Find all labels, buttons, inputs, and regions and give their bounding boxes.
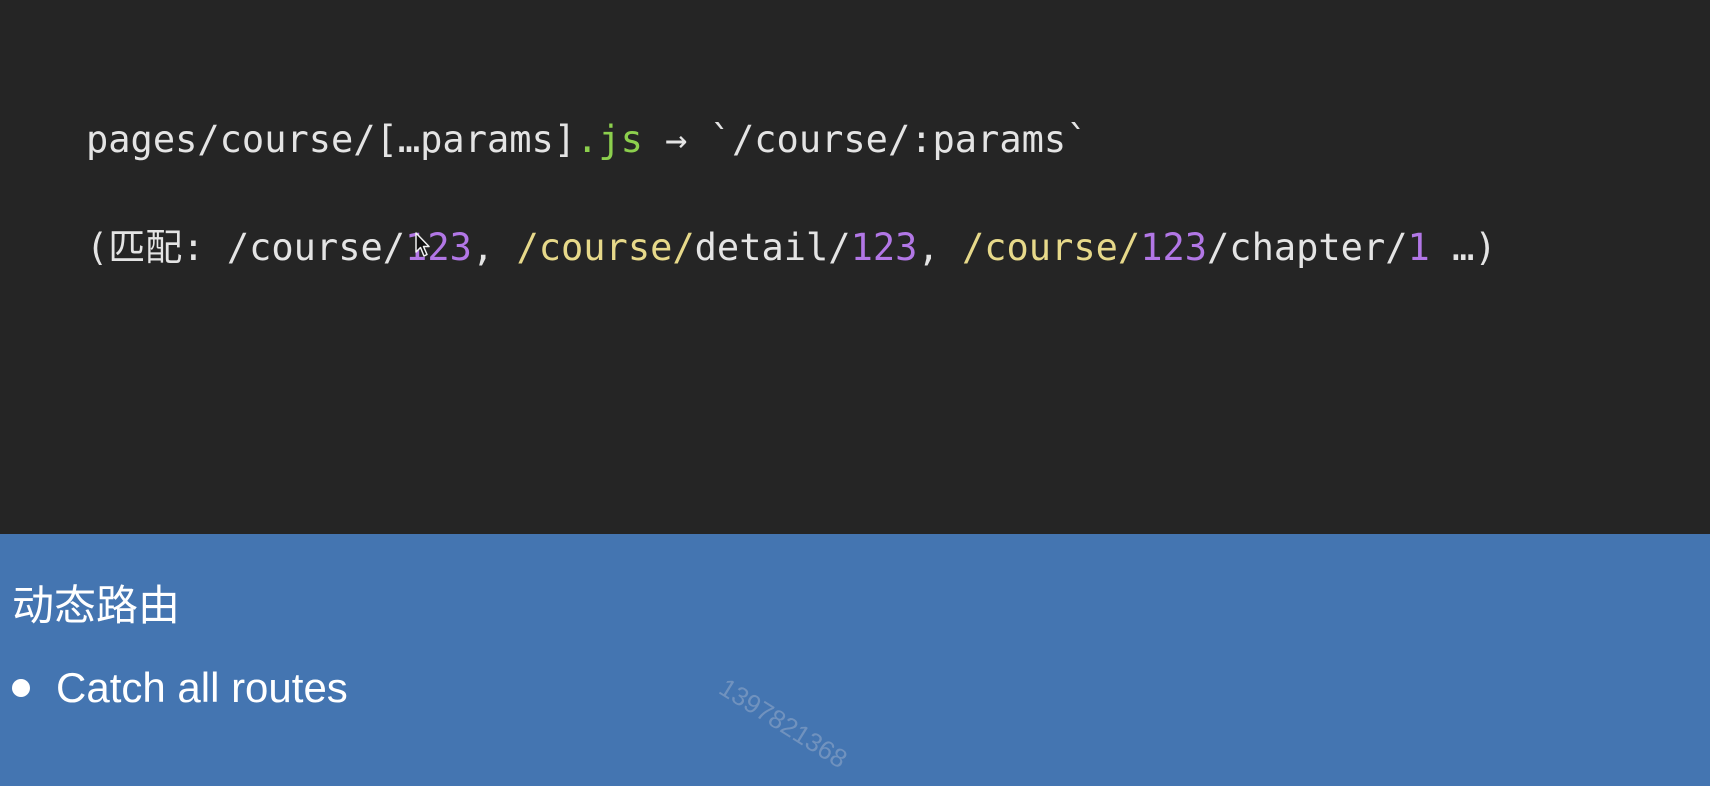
code-token-extension: .js [576, 118, 643, 161]
code-token: /chapter/ [1207, 226, 1408, 269]
code-token: , [471, 226, 517, 269]
section-title: 动态路由 [12, 581, 181, 630]
code-panel: pages/course/[…params].js → `/course/:pa… [0, 0, 1710, 534]
code-line-matches: (匹配: /course/123, /course/detail/123, /c… [86, 226, 1497, 270]
code-token: /course/ [961, 226, 1141, 269]
slide: pages/course/[…params].js → `/course/:pa… [0, 0, 1710, 786]
code-line-route: pages/course/[…params].js → `/course/:pa… [86, 118, 1088, 162]
watermark: 13978213​68 [714, 672, 853, 775]
info-panel: 动态路由 Catch all routes 13978213​68 [0, 534, 1710, 786]
code-token: , [917, 226, 962, 269]
code-token: …) [1429, 226, 1497, 269]
bullet-dot-icon [12, 679, 30, 697]
bullet-text: Catch all routes [56, 664, 348, 711]
code-token: 123 [850, 226, 918, 269]
code-token: 123 [1140, 226, 1208, 269]
code-token: /course/ [516, 226, 695, 269]
code-token: 1 [1407, 226, 1430, 269]
code-token: detail/ [694, 226, 851, 269]
mouse-pointer-icon [415, 232, 430, 257]
code-token-path: pages/course/[…params] [86, 118, 577, 161]
code-token: (匹配: /course/ [86, 226, 406, 269]
bullet-list-item: Catch all routes [12, 662, 348, 714]
code-token-route: → `/course/:params` [642, 118, 1089, 161]
